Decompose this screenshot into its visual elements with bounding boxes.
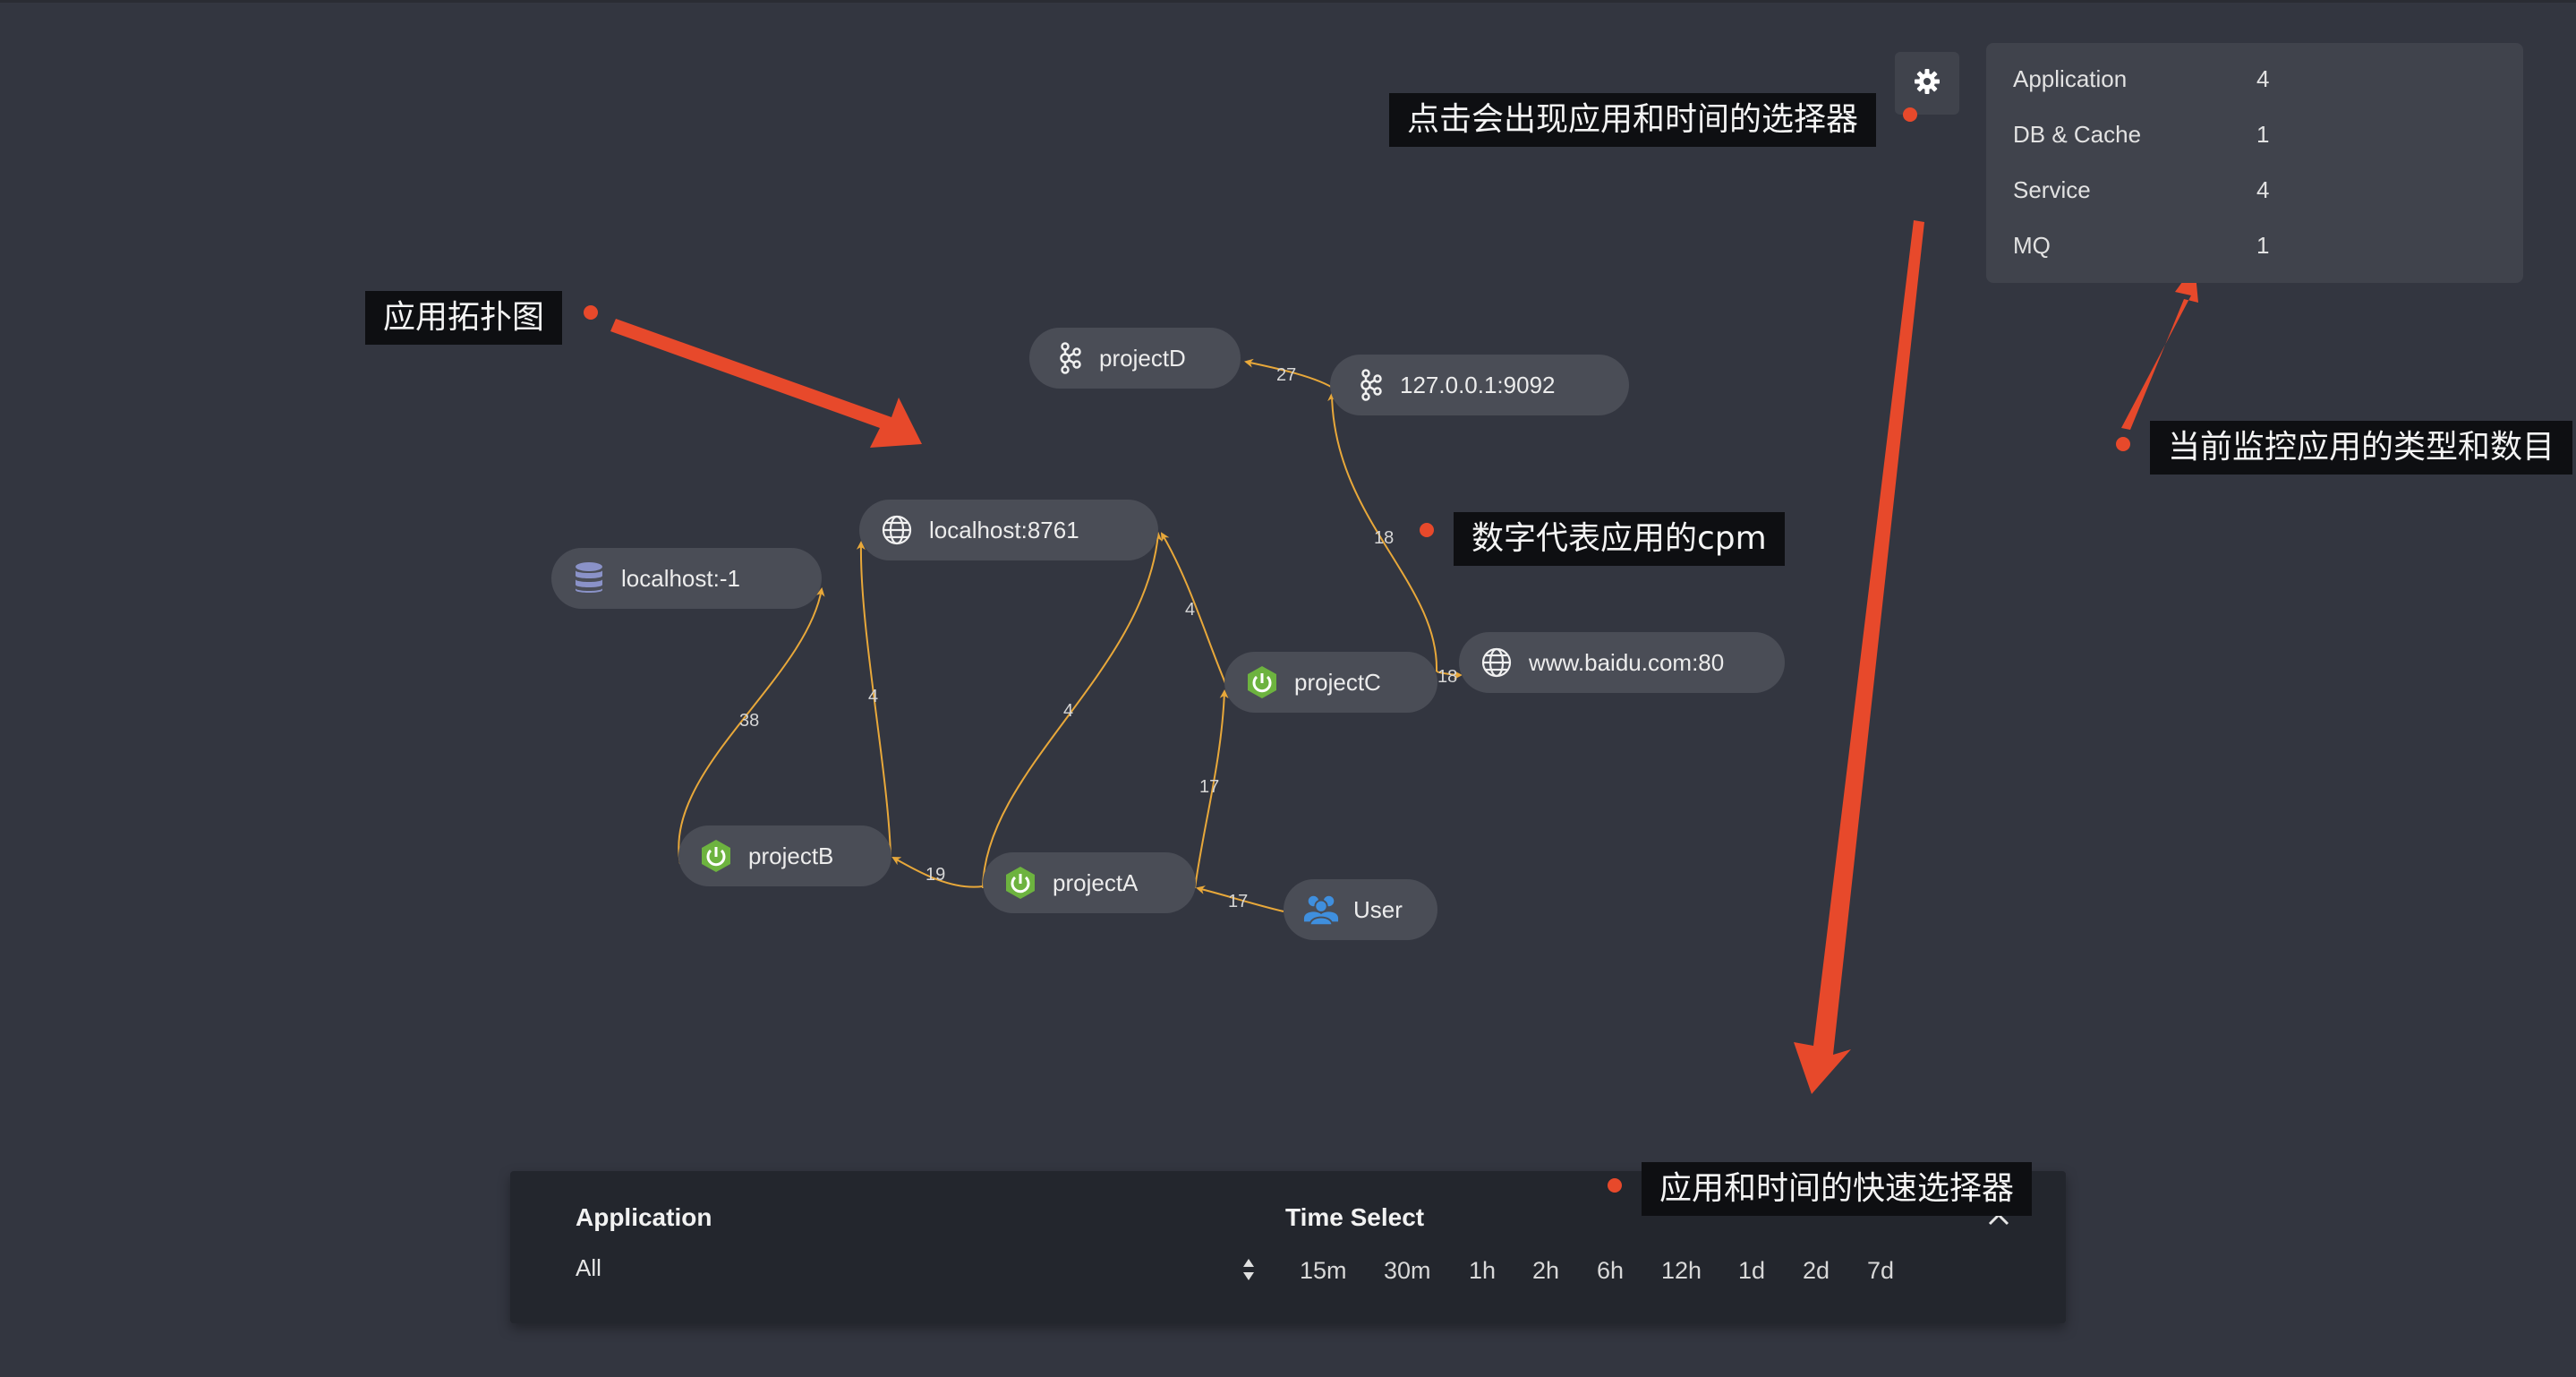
stat-value: 1 — [2256, 232, 2270, 259]
edge-label: 4 — [868, 687, 879, 706]
node-label: projectC — [1294, 668, 1381, 696]
stat-value: 4 — [2256, 65, 2270, 92]
time-option-6h[interactable]: 6h — [1597, 1257, 1624, 1285]
time-option-7d[interactable]: 7d — [1867, 1257, 1894, 1285]
edge-label: 17 — [1199, 777, 1220, 797]
stat-label: Application — [2013, 65, 2128, 92]
spring-icon — [1244, 664, 1280, 700]
callout-dot — [1903, 107, 1917, 122]
annotation-arrow-topology — [610, 319, 922, 448]
stat-label: Service — [2013, 176, 2091, 203]
time-option-2h[interactable]: 2h — [1532, 1257, 1559, 1285]
callout-cpm: 数字代表应用的cpm — [1454, 512, 1785, 566]
kafka-icon — [1350, 367, 1386, 403]
globe-icon — [879, 512, 915, 548]
callout-dot — [1420, 523, 1434, 537]
node-label: www.baidu.com:80 — [1529, 648, 1725, 676]
stat-label: MQ — [2013, 232, 2051, 259]
callout-topology: 应用拓扑图 — [365, 291, 563, 345]
edge-label: 4 — [1063, 701, 1074, 721]
edge-label: 18 — [1437, 667, 1458, 687]
callout-quick-selector: 应用和时间的快速选择器 — [1642, 1162, 2033, 1216]
node-label: User — [1353, 895, 1403, 923]
edge-label: 4 — [1185, 600, 1196, 620]
node-kafka-broker[interactable]: 127.0.0.1:9092 — [1330, 355, 1629, 415]
stat-label: DB & Cache — [2013, 121, 2142, 148]
settings-button[interactable] — [1895, 52, 1959, 115]
edge-label: 18 — [1374, 528, 1395, 548]
time-option-2d[interactable]: 2d — [1803, 1257, 1830, 1285]
edge-label: 19 — [925, 865, 946, 885]
node-label: localhost:-1 — [621, 564, 740, 592]
callout-dot — [2116, 437, 2130, 451]
callout-dot — [1608, 1178, 1622, 1193]
node-label: projectD — [1099, 344, 1186, 372]
edge-label: 27 — [1276, 365, 1297, 385]
annotation-arrow-selector — [1794, 220, 1924, 1094]
application-select[interactable]: All — [576, 1254, 601, 1282]
stat-value: 1 — [2256, 121, 2270, 148]
node-label: localhost:8761 — [929, 516, 1079, 543]
node-projectA[interactable]: projectA — [983, 852, 1196, 913]
node-projectB[interactable]: projectB — [678, 825, 891, 886]
time-option-1d[interactable]: 1d — [1738, 1257, 1765, 1285]
node-baidu[interactable]: www.baidu.com:80 — [1459, 632, 1785, 693]
users-icon — [1303, 892, 1339, 928]
annotation-arrow-stats — [2121, 265, 2198, 430]
gear-icon — [1914, 68, 1941, 99]
node-label: projectB — [748, 842, 834, 869]
select-arrows-icon[interactable] — [1240, 1256, 1258, 1283]
kafka-icon — [1049, 340, 1085, 376]
node-projectC[interactable]: projectC — [1224, 652, 1437, 713]
node-user[interactable]: User — [1284, 879, 1437, 940]
callout-stats: 当前监控应用的类型和数目 — [2150, 421, 2573, 475]
node-projectD[interactable]: projectD — [1029, 328, 1241, 389]
globe-icon — [1479, 645, 1514, 680]
node-label: 127.0.0.1:9092 — [1400, 371, 1556, 398]
time-option-12h[interactable]: 12h — [1661, 1257, 1702, 1285]
callout-dot — [584, 305, 598, 320]
application-title: Application — [576, 1203, 712, 1231]
spring-icon — [1002, 865, 1038, 901]
node-label: projectA — [1053, 868, 1139, 896]
database-icon — [571, 560, 607, 596]
time-select-title: Time Select — [1285, 1203, 1425, 1231]
spring-icon — [698, 838, 734, 874]
callout-settings: 点击会出现应用和时间的选择器 — [1389, 93, 1877, 147]
time-option-30m[interactable]: 30m — [1384, 1257, 1431, 1285]
stats-panel: Application 4 DB & Cache 1 Service 4 MQ … — [1986, 43, 2523, 283]
node-localhost-8761[interactable]: localhost:8761 — [859, 500, 1158, 560]
time-option-15m[interactable]: 15m — [1300, 1257, 1347, 1285]
node-localhost-1[interactable]: localhost:-1 — [551, 548, 822, 609]
stat-value: 4 — [2256, 176, 2270, 203]
edge-label: 17 — [1228, 892, 1249, 911]
time-option-1h[interactable]: 1h — [1469, 1257, 1496, 1285]
edge-label: 38 — [739, 711, 760, 731]
